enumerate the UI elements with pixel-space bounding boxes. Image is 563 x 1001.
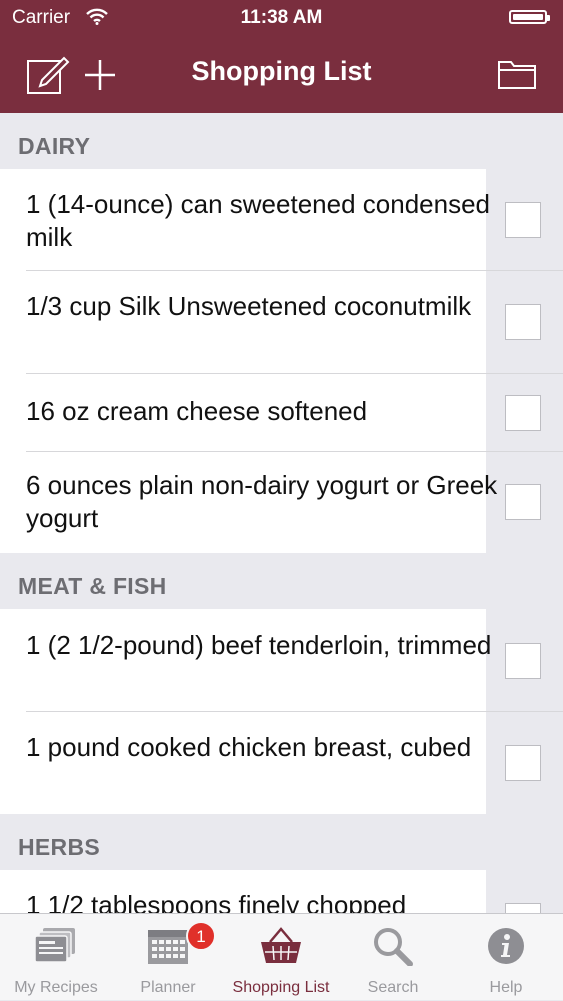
- status-bar: Carrier 11:38 AM: [0, 0, 563, 36]
- tab-shopping-list[interactable]: Shopping List: [225, 914, 337, 1001]
- item-text: 1 (14-ounce) can sweetened condensed mil…: [26, 189, 490, 252]
- item-checkbox[interactable]: [505, 202, 541, 238]
- folder-icon[interactable]: [497, 58, 537, 95]
- item-text: 6 ounces plain non-dairy yogurt or Greek…: [26, 470, 498, 533]
- item-text: 1/3 cup Silk Unsweetened coconutmilk: [26, 291, 472, 321]
- tab-label: Search: [367, 979, 419, 996]
- list-item[interactable]: 1 (14-ounce) can sweetened condensed mil…: [0, 169, 563, 271]
- section-title: MEAT & FISH: [18, 573, 167, 599]
- status-time: 11:38 AM: [240, 7, 323, 28]
- item-checkbox[interactable]: [505, 484, 541, 520]
- list-item[interactable]: 16 oz cream cheese softened: [0, 374, 563, 452]
- recipes-icon: [34, 928, 75, 963]
- planner-badge: 1: [186, 921, 216, 951]
- tab-label: Shopping List: [232, 979, 330, 996]
- section-header-dairy: DAIRY: [0, 113, 563, 169]
- tab-label: My Recipes: [14, 979, 98, 996]
- item-text: 1 (2 1/2-pound) beef tenderloin, trimmed: [26, 630, 492, 660]
- item-text: 1 pound cooked chicken breast, cubed: [26, 732, 472, 762]
- item-checkbox[interactable]: [505, 395, 541, 431]
- list-item[interactable]: 6 ounces plain non-dairy yogurt or Greek…: [0, 452, 563, 553]
- tab-search[interactable]: Search: [337, 914, 449, 1001]
- item-checkbox[interactable]: [505, 745, 541, 781]
- info-icon: [488, 928, 524, 964]
- tab-label: Planner: [140, 979, 196, 996]
- section-title: DAIRY: [18, 133, 91, 159]
- list-item[interactable]: 1 pound cooked chicken breast, cubed: [0, 712, 563, 814]
- section-header-meat-fish: MEAT & FISH: [0, 553, 563, 609]
- basket-icon: [261, 927, 301, 963]
- tab-help[interactable]: Help: [450, 914, 562, 1001]
- list-item[interactable]: 1/3 cup Silk Unsweetened coconutmilk: [0, 271, 563, 374]
- calendar-icon: [148, 930, 188, 964]
- tab-label: Help: [489, 979, 523, 996]
- battery-icon: [509, 10, 550, 24]
- shopping-list[interactable]: DAIRY 1 (14-ounce) can sweetened condens…: [0, 113, 563, 913]
- item-checkbox[interactable]: [505, 903, 541, 913]
- section-title: HERBS: [18, 834, 101, 860]
- page-title: Shopping List: [191, 56, 372, 86]
- section-header-herbs: HERBS: [0, 814, 563, 870]
- item-checkbox[interactable]: [505, 304, 541, 340]
- item-checkbox[interactable]: [505, 643, 541, 679]
- list-item[interactable]: 1 (2 1/2-pound) beef tenderloin, trimmed: [0, 609, 563, 712]
- item-text: 1 1/2 tablespoons finely chopped: [26, 890, 407, 913]
- search-icon: [374, 928, 413, 966]
- list-item[interactable]: 1 1/2 tablespoons finely chopped: [0, 870, 563, 913]
- tab-my-recipes[interactable]: My Recipes: [0, 914, 112, 1001]
- nav-header: Carrier 11:38 AM Shopping List: [0, 0, 563, 113]
- tab-bar: My Recipes Planner Shopping List Search …: [0, 913, 563, 1000]
- item-text: 16 oz cream cheese softened: [26, 396, 368, 426]
